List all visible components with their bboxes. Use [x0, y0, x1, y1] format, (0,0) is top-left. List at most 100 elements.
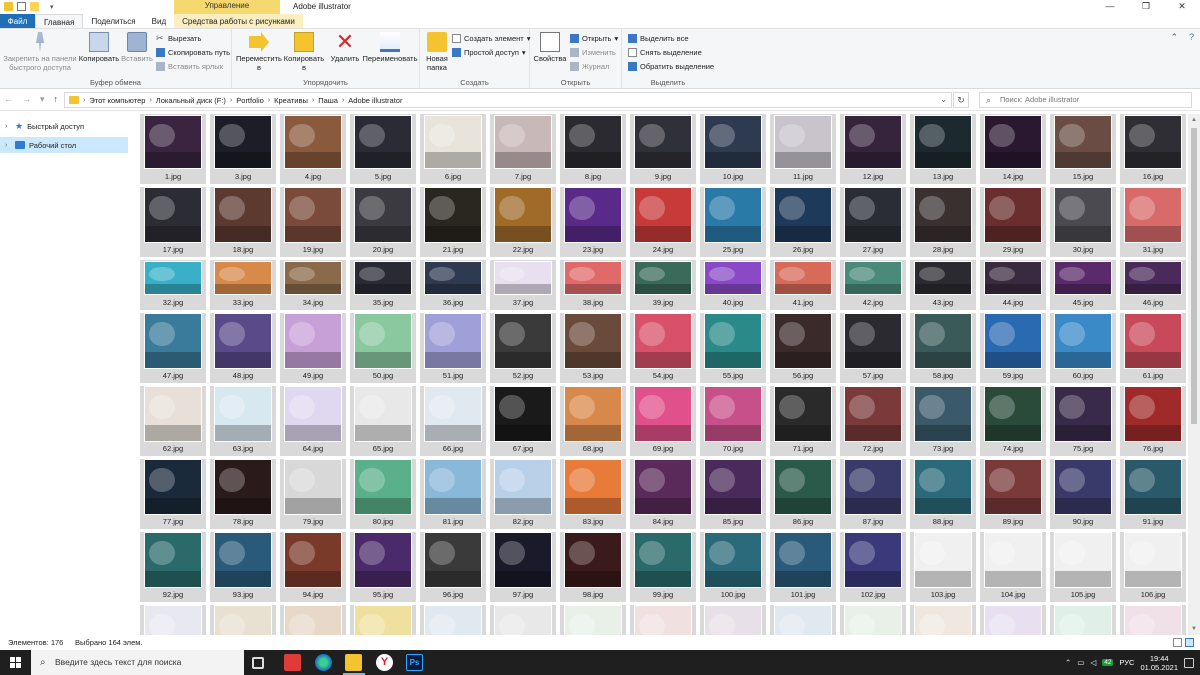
breadcrumb-pasha[interactable]: Паша: [318, 96, 338, 105]
file-tile[interactable]: 59.jpg: [980, 313, 1046, 383]
file-tile[interactable]: 44.jpg: [980, 260, 1046, 310]
file-tile[interactable]: [840, 605, 906, 635]
maximize-button[interactable]: ❐: [1128, 0, 1164, 14]
move-to-button[interactable]: Переместить в: [236, 32, 282, 72]
file-tile[interactable]: 49.jpg: [280, 313, 346, 383]
file-tile[interactable]: 91.jpg: [1120, 459, 1186, 529]
file-tile[interactable]: 88.jpg: [910, 459, 976, 529]
file-tile[interactable]: 50.jpg: [350, 313, 416, 383]
cut-button[interactable]: ✂ Вырезать: [156, 34, 201, 44]
file-tile[interactable]: 82.jpg: [490, 459, 556, 529]
file-tile[interactable]: 66.jpg: [420, 386, 486, 456]
file-tile[interactable]: 53.jpg: [560, 313, 626, 383]
file-tile[interactable]: 10.jpg: [700, 114, 766, 184]
file-tile[interactable]: [910, 605, 976, 635]
file-tile[interactable]: 8.jpg: [560, 114, 626, 184]
file-tile[interactable]: 103.jpg: [910, 532, 976, 602]
expand-chevron-icon[interactable]: ›: [5, 142, 11, 149]
breadcrumb-chevron-icon[interactable]: ›: [230, 97, 232, 104]
file-tile[interactable]: 13.jpg: [910, 114, 976, 184]
file-tile[interactable]: 31.jpg: [1120, 187, 1186, 257]
file-tile[interactable]: 80.jpg: [350, 459, 416, 529]
scroll-down-icon[interactable]: ▼: [1188, 623, 1200, 635]
minimize-button[interactable]: —: [1092, 0, 1128, 14]
file-tile[interactable]: 89.jpg: [980, 459, 1046, 529]
network-icon[interactable]: ▭: [1077, 658, 1084, 667]
select-none-button[interactable]: Снять выделение: [628, 48, 702, 57]
tray-overflow-icon[interactable]: ⌃: [1065, 658, 1071, 667]
file-tile[interactable]: 57.jpg: [840, 313, 906, 383]
file-tile[interactable]: 5.jpg: [350, 114, 416, 184]
file-tile[interactable]: 69.jpg: [630, 386, 696, 456]
rename-button[interactable]: Переименовать: [362, 32, 418, 63]
file-tile[interactable]: 95.jpg: [350, 532, 416, 602]
file-tile[interactable]: [490, 605, 556, 635]
file-tile[interactable]: [210, 605, 276, 635]
battery-badge[interactable]: 42: [1102, 659, 1114, 666]
file-tile[interactable]: 104.jpg: [980, 532, 1046, 602]
invert-selection-button[interactable]: Обратить выделение: [628, 62, 714, 71]
back-arrow-icon[interactable]: ←: [4, 94, 13, 105]
file-tile[interactable]: 55.jpg: [700, 313, 766, 383]
file-tile[interactable]: 76.jpg: [1120, 386, 1186, 456]
up-arrow-icon[interactable]: ↑: [54, 94, 59, 105]
scroll-up-icon[interactable]: ▲: [1188, 114, 1200, 126]
new-folder-icon[interactable]: [30, 2, 39, 11]
copy-to-button[interactable]: Копировать в: [282, 32, 326, 72]
file-tile[interactable]: [140, 605, 206, 635]
file-tile[interactable]: [1050, 605, 1116, 635]
close-button[interactable]: ✕: [1164, 0, 1200, 14]
file-tile[interactable]: 38.jpg: [560, 260, 626, 310]
breadcrumb-creatives[interactable]: Креативы: [274, 96, 308, 105]
qat-dropdown-icon[interactable]: ▾: [50, 3, 59, 11]
nav-item-desktop[interactable]: › Рабочий стол: [0, 137, 128, 153]
search-input[interactable]: ⌕ Поиск: Adobe illustrator: [979, 92, 1192, 108]
file-tile[interactable]: 29.jpg: [980, 187, 1046, 257]
file-tile[interactable]: 20.jpg: [350, 187, 416, 257]
forward-arrow-icon[interactable]: →: [22, 94, 31, 105]
file-tile[interactable]: 15.jpg: [1050, 114, 1116, 184]
file-tile[interactable]: 12.jpg: [840, 114, 906, 184]
pin-quick-access-button[interactable]: Закрепить на панели быстрого доступа: [2, 32, 78, 72]
yandex-browser-icon[interactable]: Y: [376, 654, 393, 671]
file-tile[interactable]: 43.jpg: [910, 260, 976, 310]
taskbar-search-input[interactable]: ⌕ Введите здесь текст для поиска: [31, 650, 244, 675]
file-tile[interactable]: 51.jpg: [420, 313, 486, 383]
tab-picture-tools[interactable]: Средства работы с рисунками: [174, 14, 303, 28]
file-tile[interactable]: [770, 605, 836, 635]
details-view-icon[interactable]: [1173, 638, 1182, 647]
file-tile[interactable]: [980, 605, 1046, 635]
new-folder-button[interactable]: Новая папка: [422, 32, 452, 72]
breadcrumb-chevron-icon[interactable]: ›: [342, 97, 344, 104]
file-tile[interactable]: 54.jpg: [630, 313, 696, 383]
notifications-icon[interactable]: [1184, 657, 1194, 668]
file-tile[interactable]: 84.jpg: [630, 459, 696, 529]
file-tile[interactable]: [560, 605, 626, 635]
file-tile[interactable]: 100.jpg: [700, 532, 766, 602]
edge-browser-icon[interactable]: [315, 654, 332, 671]
file-tile[interactable]: 6.jpg: [420, 114, 486, 184]
file-tile[interactable]: 40.jpg: [700, 260, 766, 310]
file-tile[interactable]: 62.jpg: [140, 386, 206, 456]
file-tile[interactable]: 33.jpg: [210, 260, 276, 310]
file-tile[interactable]: 16.jpg: [1120, 114, 1186, 184]
paste-button[interactable]: Вставить: [120, 32, 154, 63]
clock[interactable]: 19:44 01.05.2021: [1140, 654, 1178, 672]
file-tile[interactable]: [350, 605, 416, 635]
address-dropdown-icon[interactable]: ⌄: [940, 95, 947, 104]
address-box[interactable]: › Этот компьютер › Локальный диск (F:) ›…: [64, 92, 952, 108]
expand-chevron-icon[interactable]: ›: [5, 123, 11, 130]
file-tile[interactable]: 92.jpg: [140, 532, 206, 602]
file-tile[interactable]: 71.jpg: [770, 386, 836, 456]
file-tile[interactable]: 45.jpg: [1050, 260, 1116, 310]
app-icon-red[interactable]: [284, 654, 301, 671]
file-tile[interactable]: 97.jpg: [490, 532, 556, 602]
file-tile[interactable]: 23.jpg: [560, 187, 626, 257]
paste-shortcut-button[interactable]: Вставить ярлык: [156, 62, 223, 71]
file-tile[interactable]: [630, 605, 696, 635]
breadcrumb-current[interactable]: Adobe illustrator: [348, 96, 402, 105]
copy-path-button[interactable]: Скопировать путь: [156, 48, 230, 57]
file-tile[interactable]: 18.jpg: [210, 187, 276, 257]
file-tile[interactable]: 37.jpg: [490, 260, 556, 310]
file-tile[interactable]: 99.jpg: [630, 532, 696, 602]
